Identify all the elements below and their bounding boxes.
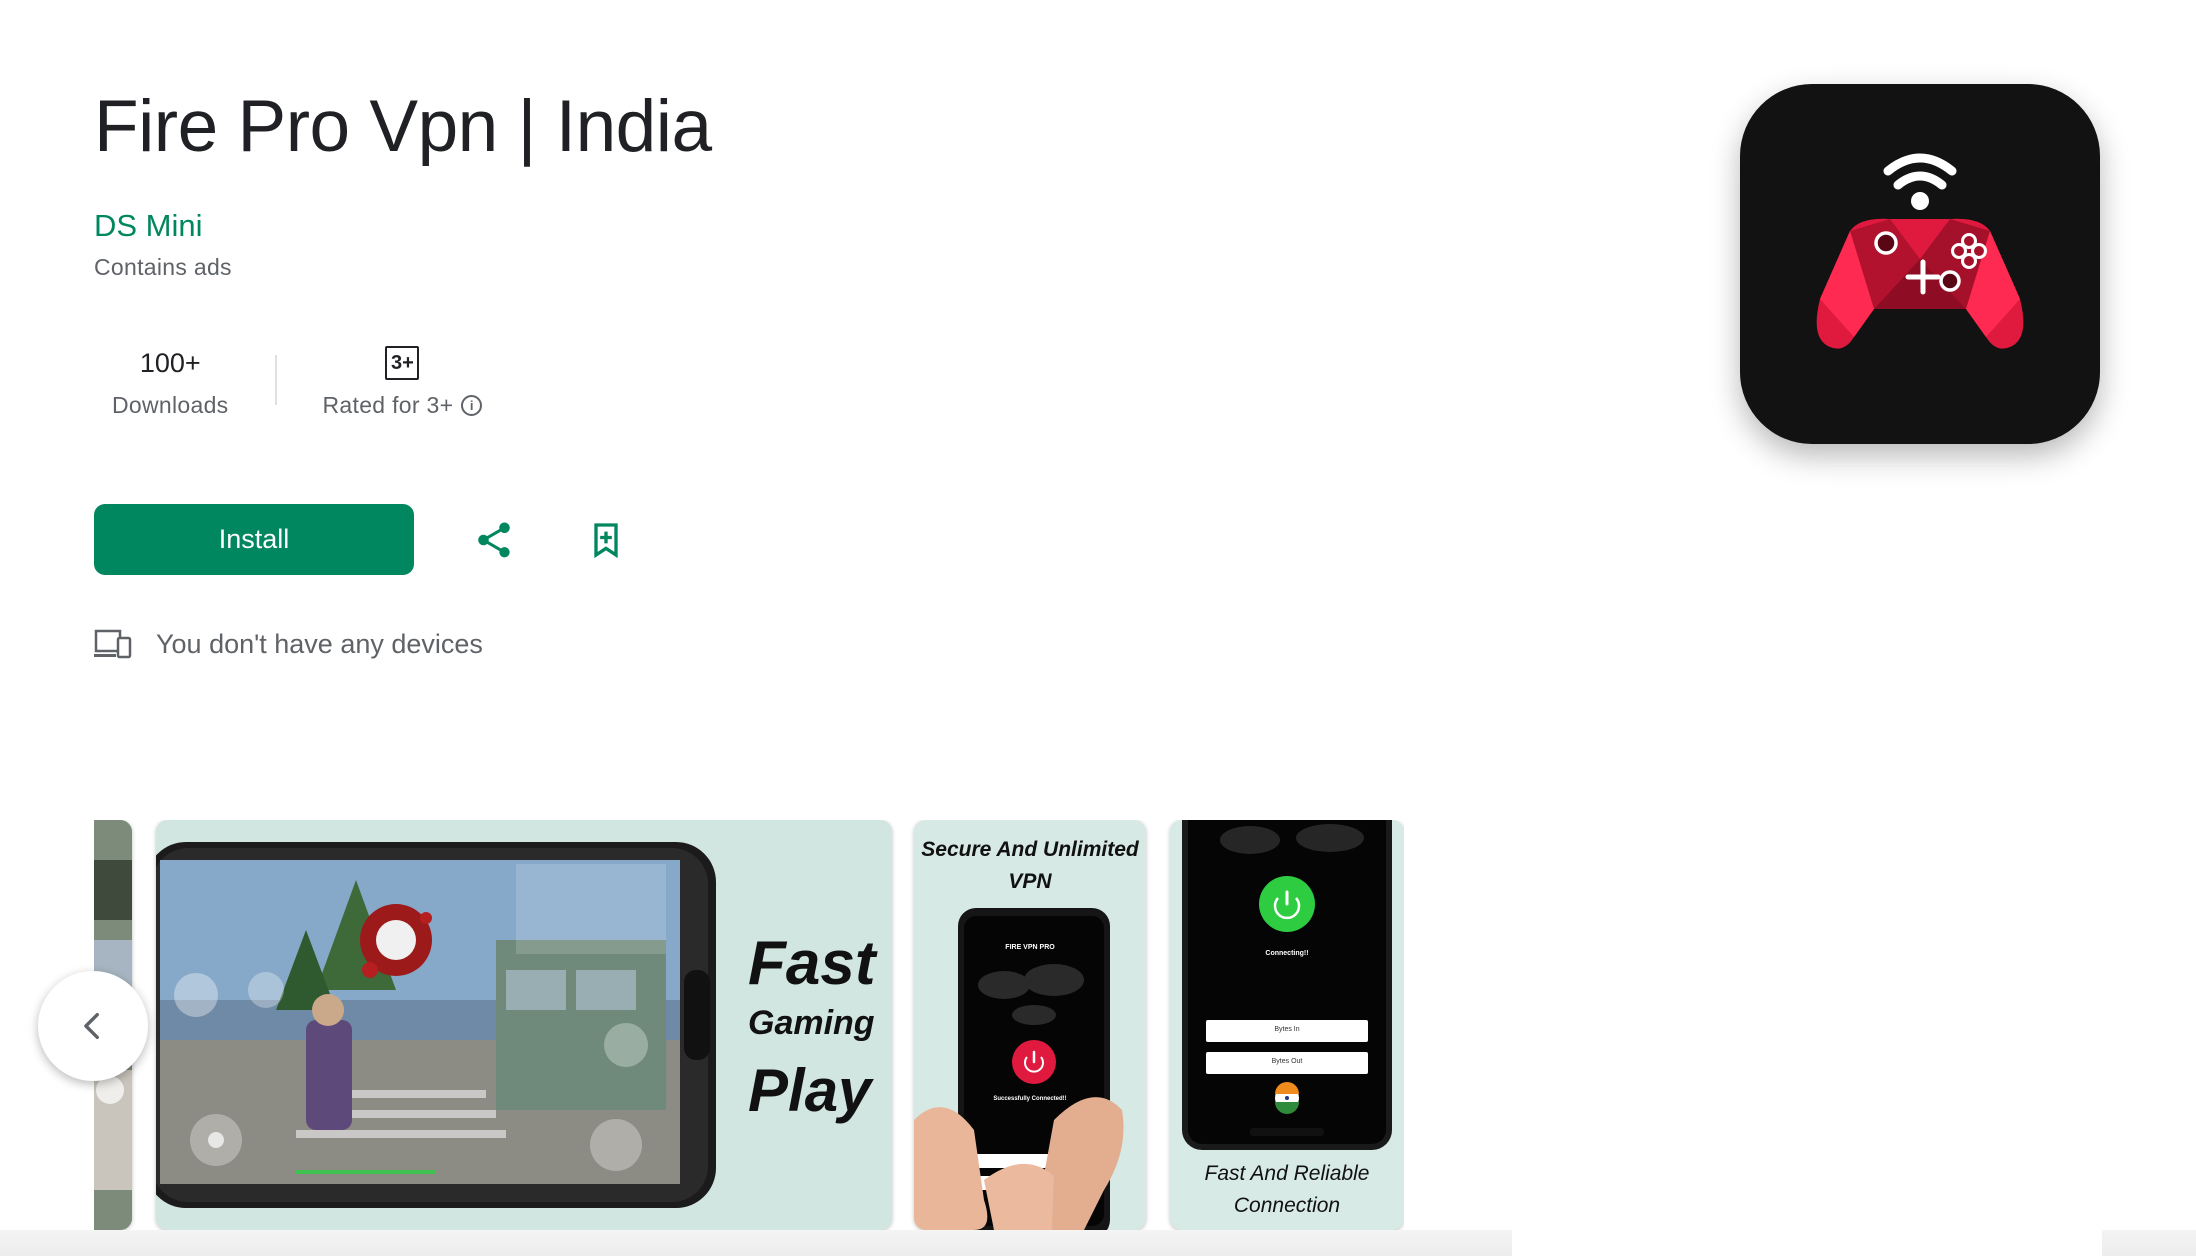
share-icon — [478, 522, 510, 558]
gamepad-wifi-icon — [1816, 153, 2024, 349]
screenshot-fast-gaming[interactable]: Fast Gaming Play — [156, 820, 892, 1230]
shot1-caption-2: Gaming — [748, 1004, 875, 1042]
bookmark-add-icon — [594, 523, 618, 559]
page-bottom-panel — [1512, 1226, 2102, 1256]
app-stats: 100+ Downloads 3+ Rated for 3+ i — [94, 340, 500, 419]
chevron-left-icon — [84, 1012, 99, 1040]
screenshot-secure-vpn[interactable]: Secure And Unlimited VPN FIRE VPN PRO Su… — [914, 820, 1146, 1230]
shot3-bytes-out: Bytes Out — [1271, 1058, 1303, 1065]
rating-label: Rated for 3+ — [322, 392, 454, 418]
shot2-status: Successfully Connected!! — [993, 1096, 1067, 1102]
devices-message: You don't have any devices — [156, 628, 483, 659]
downloads-label: Downloads — [112, 392, 229, 418]
app-title: Fire Pro Vpn | India — [94, 86, 712, 167]
shot1-caption-1: Fast — [748, 929, 876, 998]
shot3-bytes-in: Bytes In — [1274, 1026, 1300, 1033]
shot3-status: Connecting!! — [1265, 950, 1309, 957]
app-icon — [1740, 84, 2100, 444]
share-button[interactable] — [466, 512, 522, 568]
device-availability: You don't have any devices — [94, 628, 483, 660]
install-button[interactable]: Install — [94, 504, 414, 575]
downloads-stat: 100+ Downloads — [94, 340, 247, 419]
content-rating-badge: 3+ — [385, 346, 420, 380]
screenshot-reliable-connection[interactable]: Connecting!! Bytes In Bytes Out Fast And… — [1170, 820, 1404, 1230]
rating-stat[interactable]: 3+ Rated for 3+ i — [305, 340, 501, 419]
gallery-prev-button[interactable] — [38, 971, 148, 1081]
stat-divider — [274, 354, 277, 405]
devices-icon — [94, 629, 132, 659]
ads-notice: Contains ads — [94, 254, 232, 280]
vpn-phone-art — [914, 908, 1124, 1230]
shot3-caption-2: Connection — [1233, 1194, 1341, 1217]
wishlist-button[interactable] — [578, 512, 634, 568]
info-icon[interactable]: i — [461, 395, 483, 416]
screenshot-gallery[interactable]: Fast Gaming Play Secure And Unlimited VP… — [94, 820, 1404, 1230]
shot3-caption-1: Fast And Reliable — [1204, 1162, 1370, 1185]
downloads-value: 100+ — [139, 347, 201, 378]
shot1-caption-3: Play — [748, 1057, 872, 1124]
shot2-screen-title: FIRE VPN PRO — [1005, 944, 1055, 951]
developer-link[interactable]: DS Mini — [94, 208, 203, 244]
